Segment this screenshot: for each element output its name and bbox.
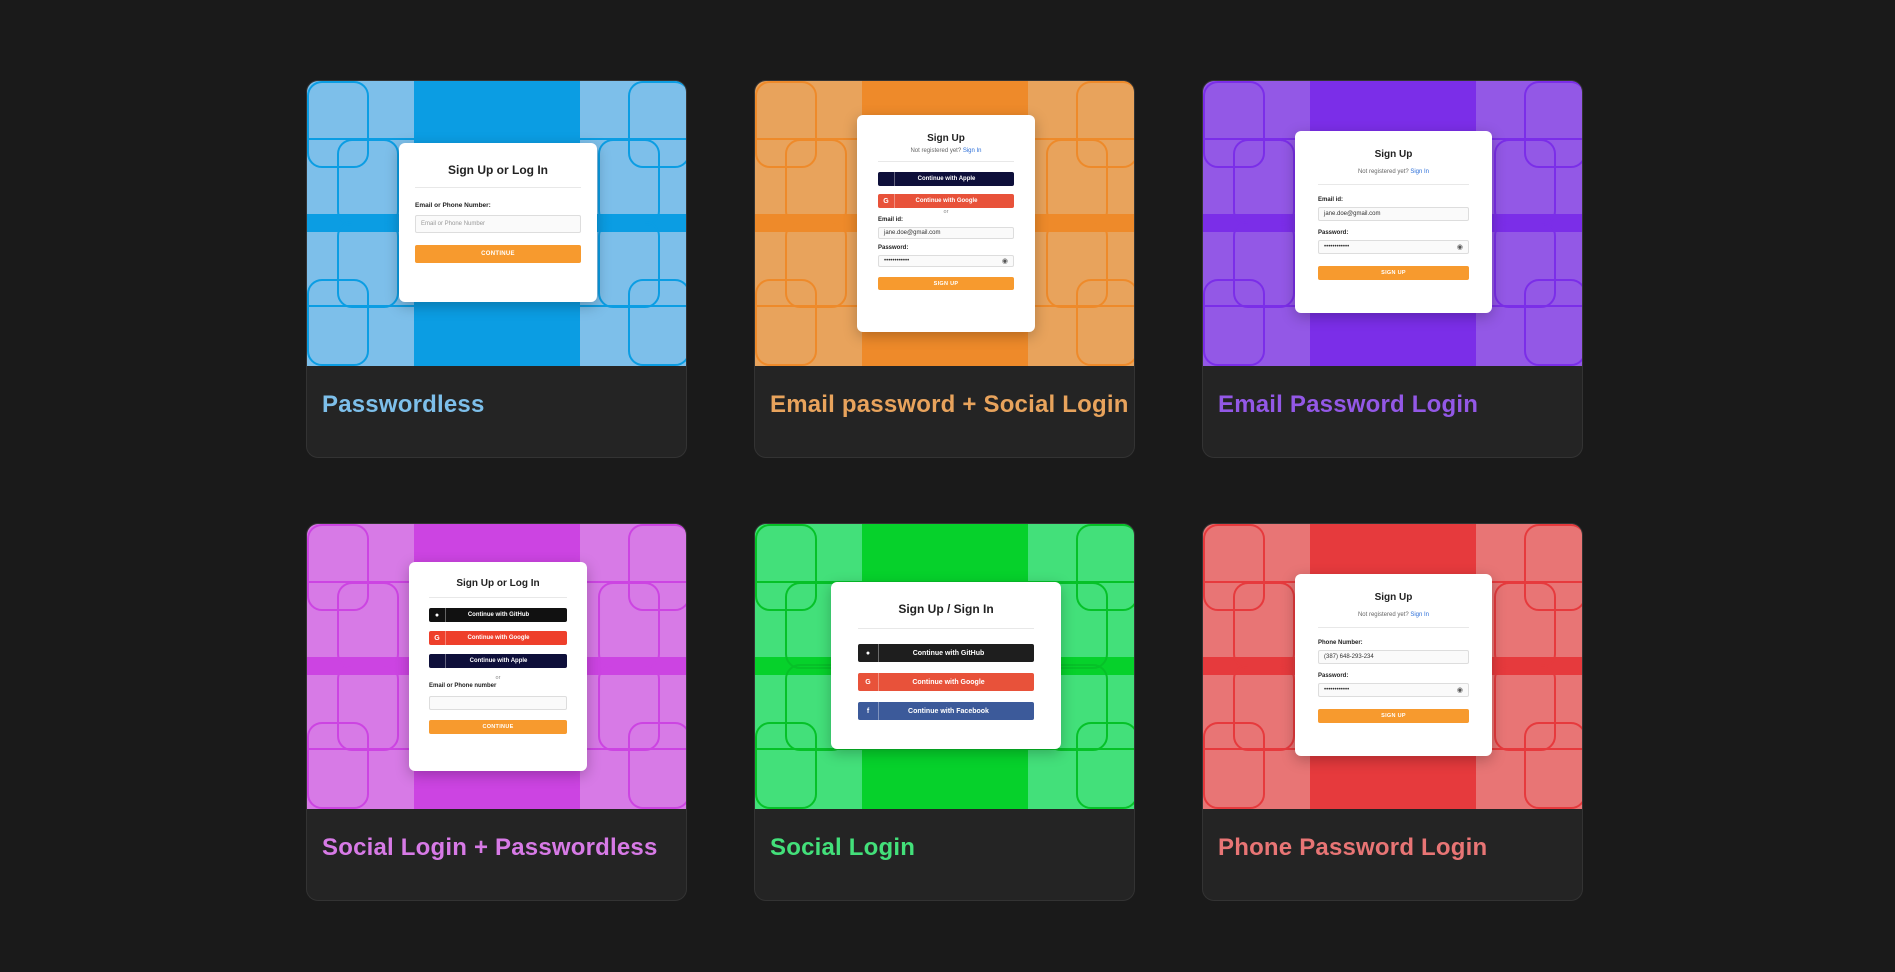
modal-subtitle: Not registered yet? Sign In <box>1357 169 1430 175</box>
card-preview: Sign Up Not registered yet? Sign In Cont… <box>755 81 1134 366</box>
continue-apple-button[interactable]: Continue with Apple <box>429 654 567 668</box>
login-modal: Sign Up or Log In ● Continue with GitHub … <box>409 562 587 771</box>
sign-up-button[interactable]: SIGN UP <box>878 277 1014 290</box>
email-input[interactable] <box>429 696 567 710</box>
login-modal: Sign Up Not registered yet? Sign In Cont… <box>857 115 1035 332</box>
decorative-rect-4 <box>1524 524 1582 611</box>
continue-github-button[interactable]: ● Continue with GitHub <box>429 608 567 622</box>
continue-button[interactable]: CONTINUE <box>429 720 567 734</box>
modal-divider <box>429 597 567 598</box>
sign-in-link[interactable]: Sign In <box>963 148 982 154</box>
card-title: Phone Password Login <box>1218 834 1488 861</box>
login-modal: Sign Up Not registered yet? Sign In Phon… <box>1295 574 1492 756</box>
decorative-rect-6 <box>1076 722 1134 809</box>
card-preview: Sign Up or Log In ● Continue with GitHub … <box>307 524 686 809</box>
apple-icon <box>429 654 446 668</box>
decorative-rect-6 <box>628 722 686 809</box>
password-label: Password: <box>1318 230 1349 236</box>
email-label: Email or Phone number <box>429 683 497 689</box>
card-preview: Sign Up Not registered yet? Sign In Emai… <box>1203 81 1582 366</box>
modal-title: Sign Up / Sign In <box>898 602 994 616</box>
password-input[interactable]: •••••••••••• ◉ <box>878 255 1014 267</box>
modal-subtitle: Not registered yet? Sign In <box>910 148 982 154</box>
modal-divider <box>1318 184 1469 185</box>
decorative-rect-6 <box>1076 279 1134 366</box>
card-preview: Sign Up Not registered yet? Sign In Phon… <box>1203 524 1582 809</box>
password-label: Password: <box>878 245 909 251</box>
continue-github-button[interactable]: ● Continue with GitHub <box>858 644 1034 662</box>
or-divider: or <box>495 675 501 681</box>
continue-apple-button[interactable]: Continue with Apple <box>878 172 1014 186</box>
sign-in-link[interactable]: Sign In <box>1410 169 1429 175</box>
google-icon: G <box>878 194 895 208</box>
card-title: Email password + Social Login <box>770 391 1129 418</box>
sign-in-link[interactable]: Sign In <box>1410 612 1429 618</box>
continue-facebook-button[interactable]: f Continue with Facebook <box>858 702 1034 720</box>
continue-google-button[interactable]: G Continue with Google <box>429 631 567 645</box>
email-label: Email id: <box>878 217 904 223</box>
template-card-email-social[interactable]: Sign Up Not registered yet? Sign In Cont… <box>754 80 1135 458</box>
sign-up-button[interactable]: SIGN UP <box>1318 709 1469 723</box>
card-title: Passwordless <box>322 391 485 418</box>
card-title: Email Password Login <box>1218 391 1479 418</box>
modal-title: Sign Up <box>1374 149 1413 160</box>
login-modal: Sign Up or Log In Email or Phone Number:… <box>399 143 597 302</box>
card-preview: Sign Up / Sign In ● Continue with GitHub … <box>755 524 1134 809</box>
card-preview: Sign Up or Log In Email or Phone Number:… <box>307 81 686 366</box>
card-title: Social Login <box>770 834 916 861</box>
sign-up-button[interactable]: SIGN UP <box>1318 266 1469 280</box>
or-divider: or <box>943 209 949 215</box>
decorative-rect-4 <box>1076 81 1134 168</box>
modal-title: Sign Up or Log In <box>448 163 548 177</box>
phone-input[interactable]: (387) 648-293-234 <box>1318 650 1469 664</box>
login-modal: Sign Up / Sign In ● Continue with GitHub … <box>831 582 1061 749</box>
google-icon: G <box>858 673 879 691</box>
email-input[interactable]: Email or Phone Number <box>415 215 581 233</box>
github-icon: ● <box>858 644 879 662</box>
decorative-rect-6 <box>1524 279 1582 366</box>
email-input[interactable]: jane.doe@gmail.com <box>1318 207 1469 221</box>
modal-title: Sign Up <box>1374 592 1413 603</box>
modal-title: Sign Up <box>927 133 965 144</box>
modal-title: Sign Up or Log In <box>456 578 540 589</box>
modal-divider <box>878 161 1014 162</box>
decorative-rect-6 <box>628 279 686 366</box>
eye-icon[interactable]: ◉ <box>1457 243 1463 251</box>
template-card-phone-password[interactable]: Sign Up Not registered yet? Sign In Phon… <box>1202 523 1583 901</box>
modal-divider <box>858 628 1034 629</box>
phone-label: Phone Number: <box>1318 640 1363 646</box>
continue-google-button[interactable]: G Continue with Google <box>858 673 1034 691</box>
email-input[interactable]: jane.doe@gmail.com <box>878 227 1014 239</box>
decorative-rect-4 <box>1076 524 1134 611</box>
continue-button[interactable]: CONTINUE <box>415 245 581 263</box>
decorative-rect-4 <box>628 81 686 168</box>
eye-icon[interactable]: ◉ <box>1457 686 1463 694</box>
eye-icon[interactable]: ◉ <box>1002 257 1008 265</box>
template-card-passwordless[interactable]: Sign Up or Log In Email or Phone Number:… <box>306 80 687 458</box>
modal-subtitle: Not registered yet? Sign In <box>1357 612 1430 618</box>
google-icon: G <box>429 631 446 645</box>
modal-divider <box>1318 627 1469 628</box>
facebook-icon: f <box>858 702 879 720</box>
github-icon: ● <box>429 608 446 622</box>
login-modal: Sign Up Not registered yet? Sign In Emai… <box>1295 131 1492 313</box>
decorative-rect-4 <box>628 524 686 611</box>
template-card-email-password[interactable]: Sign Up Not registered yet? Sign In Emai… <box>1202 80 1583 458</box>
password-input[interactable]: •••••••••••• ◉ <box>1318 683 1469 697</box>
card-title: Social Login + Passwordless <box>322 834 658 861</box>
decorative-rect-4 <box>1524 81 1582 168</box>
template-card-social-passwordless[interactable]: Sign Up or Log In ● Continue with GitHub … <box>306 523 687 901</box>
decorative-rect-6 <box>1524 722 1582 809</box>
password-label: Password: <box>1318 673 1349 679</box>
password-input[interactable]: •••••••••••• ◉ <box>1318 240 1469 254</box>
continue-google-button[interactable]: G Continue with Google <box>878 194 1014 208</box>
email-label: Email or Phone Number: <box>415 202 491 209</box>
apple-icon <box>878 172 895 186</box>
modal-divider <box>415 187 581 188</box>
template-card-social[interactable]: Sign Up / Sign In ● Continue with GitHub … <box>754 523 1135 901</box>
email-label: Email id: <box>1318 197 1344 203</box>
